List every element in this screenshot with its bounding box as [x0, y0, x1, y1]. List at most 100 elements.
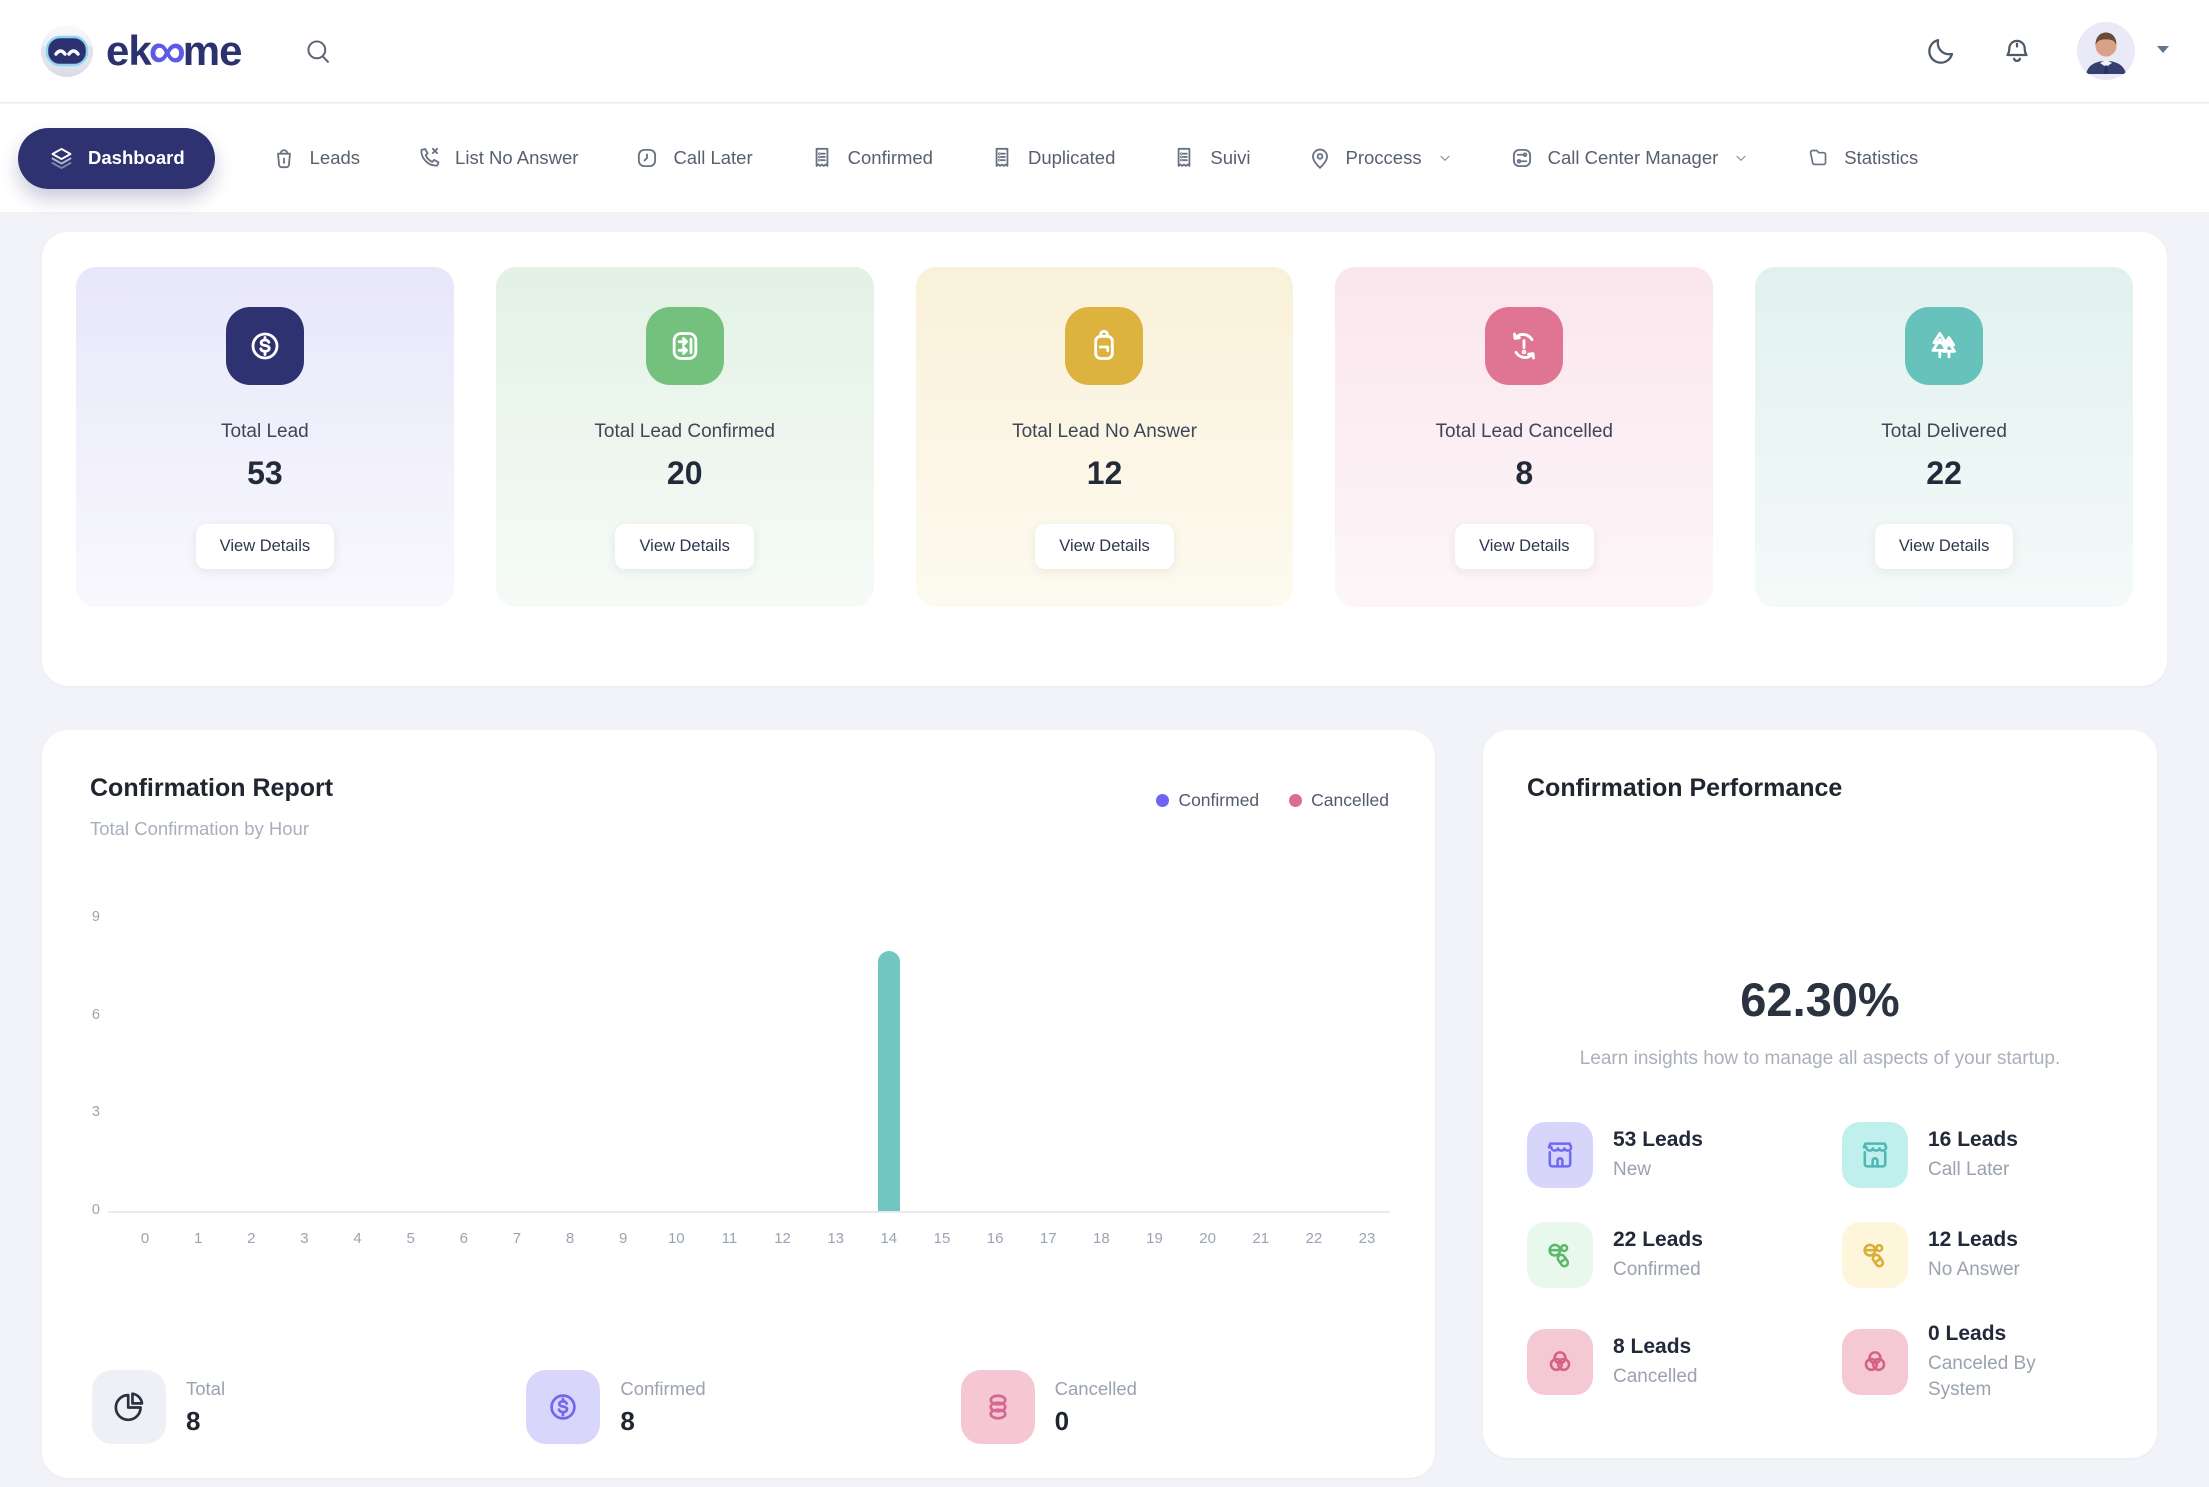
x-axis-tick-label: 8: [555, 1230, 585, 1247]
summary-value: 0: [1055, 1406, 1137, 1437]
perf-item-new: 53 Leads New: [1527, 1122, 1842, 1188]
stat-card-title: Total Delivered: [1881, 421, 2007, 443]
summary-value: 8: [620, 1406, 705, 1437]
perf-label: Canceled By System: [1928, 1351, 2098, 1402]
database-icon: [961, 1370, 1035, 1444]
layers-icon: [48, 145, 75, 172]
x-axis-tick-label: 10: [661, 1230, 691, 1247]
nav-item-leads[interactable]: Leads: [271, 145, 360, 171]
x-axis-tick-label: 18: [1086, 1230, 1116, 1247]
nav-item-confirmed[interactable]: Confirmed: [809, 145, 933, 171]
infinity-glyph: ∞: [149, 31, 185, 71]
x-axis-tick-label: 1: [183, 1230, 213, 1247]
nav-label: Dashboard: [88, 147, 185, 169]
x-axis-tick-label: 16: [980, 1230, 1010, 1247]
nav-item-dashboard[interactable]: Dashboard: [18, 128, 215, 189]
clock-icon: [634, 145, 660, 171]
x-axis-tick-label: 19: [1139, 1230, 1169, 1247]
perf-item-no-answer: 12 Leads No Answer: [1842, 1222, 2127, 1288]
nav-item-call-later[interactable]: Call Later: [634, 145, 752, 171]
stat-card-total-lead-cancelled: Total Lead Cancelled 8 View Details: [1335, 267, 1713, 607]
view-details-button[interactable]: View Details: [196, 524, 334, 569]
storefront-icon: [1527, 1122, 1593, 1188]
nav-label: List No Answer: [455, 147, 578, 169]
chevron-down-icon: [1733, 150, 1749, 166]
user-avatar[interactable]: [2077, 22, 2135, 80]
stat-card-value: 53: [247, 455, 283, 492]
perf-value: 22 Leads: [1613, 1228, 1703, 1252]
nav-item-suivi[interactable]: Suivi: [1171, 145, 1250, 171]
x-axis-tick-label: 14: [874, 1230, 904, 1247]
view-details-button[interactable]: View Details: [1035, 524, 1173, 569]
y-axis-tick-label: 6: [70, 1007, 100, 1023]
x-axis-tick-label: 7: [502, 1230, 532, 1247]
nav-label: Proccess: [1346, 147, 1422, 169]
nav-item-list-no-answer[interactable]: List No Answer: [416, 145, 578, 171]
transfer-in-icon: [646, 307, 724, 385]
stat-card-total-delivered: Total Delivered 22 View Details: [1755, 267, 2133, 607]
view-details-button[interactable]: View Details: [1455, 524, 1593, 569]
stat-card-title: Total Lead: [221, 421, 309, 443]
view-details-button[interactable]: View Details: [615, 524, 753, 569]
perf-label: Cancelled: [1613, 1364, 1698, 1390]
summary-label: Cancelled: [1055, 1378, 1137, 1400]
robot-mascot-icon: [38, 22, 96, 80]
report-summary-row: Total 8 Confirmed 8: [92, 1370, 1395, 1444]
perf-item-canceled-by-system: 0 Leads Canceled By System: [1842, 1322, 2127, 1402]
legend-item-cancelled[interactable]: Cancelled: [1289, 790, 1389, 811]
x-axis-tick-label: 9: [608, 1230, 638, 1247]
performance-title: Confirmation Performance: [1527, 774, 1842, 803]
profile-menu-caret-icon[interactable]: [2155, 42, 2171, 60]
perf-label: No Answer: [1928, 1257, 2020, 1283]
chevron-down-icon: [1437, 150, 1453, 166]
x-axis-tick-label: 20: [1193, 1230, 1223, 1247]
nav-item-call-center-manager[interactable]: Call Center Manager: [1509, 145, 1750, 171]
view-details-button[interactable]: View Details: [1875, 524, 2013, 569]
x-axis-tick-label: 5: [396, 1230, 426, 1247]
receipt-icon: [1171, 145, 1197, 171]
x-axis-tick-label: 21: [1246, 1230, 1276, 1247]
stat-card-value: 20: [667, 455, 703, 492]
summary-label: Confirmed: [620, 1378, 705, 1400]
stats-overview-panel: Total Lead 53 View Details Total Lead Co…: [42, 232, 2167, 686]
venn-circles-icon: [1527, 1329, 1593, 1395]
stat-card-total-lead-confirmed: Total Lead Confirmed 20 View Details: [496, 267, 874, 607]
map-pin-icon: [1307, 145, 1333, 171]
performance-grid: 53 Leads New 16 Leads Call Later: [1527, 1122, 2127, 1402]
perf-value: 8 Leads: [1613, 1335, 1698, 1359]
search-icon[interactable]: [304, 37, 332, 65]
performance-subtitle: Learn insights how to manage all aspects…: [1483, 1048, 2157, 1070]
x-axis-tick-label: 2: [236, 1230, 266, 1247]
legend-item-confirmed[interactable]: Confirmed: [1156, 790, 1259, 811]
nav-label: Call Center Manager: [1548, 147, 1719, 169]
confirmation-report-panel: Confirmation Report Total Confirmation b…: [42, 730, 1435, 1478]
legend-dot: [1289, 794, 1302, 807]
dollar-circle-icon: [226, 307, 304, 385]
nav-item-duplicated[interactable]: Duplicated: [989, 145, 1115, 171]
report-subtitle: Total Confirmation by Hour: [90, 818, 309, 840]
brand-name: ek∞me: [106, 27, 242, 75]
x-axis-tick-label: 4: [343, 1230, 373, 1247]
perf-label: Call Later: [1928, 1157, 2018, 1183]
nav-item-proccess[interactable]: Proccess: [1307, 145, 1453, 171]
pie-chart-icon: [92, 1370, 166, 1444]
x-axis-tick-label: 12: [768, 1230, 798, 1247]
perf-value: 0 Leads: [1928, 1322, 2098, 1346]
summary-cancelled: Cancelled 0: [961, 1370, 1395, 1444]
notifications-bell-icon[interactable]: [2001, 35, 2033, 67]
x-axis-tick-label: 11: [714, 1230, 744, 1247]
nav-label: Duplicated: [1028, 147, 1115, 169]
x-axis-tick-label: 0: [130, 1230, 160, 1247]
brand-logo[interactable]: ek∞me: [38, 22, 242, 80]
stat-card-title: Total Lead Confirmed: [594, 421, 775, 443]
receipt-icon: [809, 145, 835, 171]
dark-mode-moon-icon[interactable]: [1925, 35, 1957, 67]
nav-label: Call Later: [673, 147, 752, 169]
stat-card-title: Total Lead No Answer: [1012, 421, 1197, 443]
perf-label: Confirmed: [1613, 1257, 1703, 1283]
nav-item-statistics[interactable]: Statistics: [1805, 145, 1918, 171]
summary-label: Total: [186, 1378, 225, 1400]
nav-label: Confirmed: [848, 147, 933, 169]
receipt-icon: [989, 145, 1015, 171]
storefront-icon: [1842, 1122, 1908, 1188]
